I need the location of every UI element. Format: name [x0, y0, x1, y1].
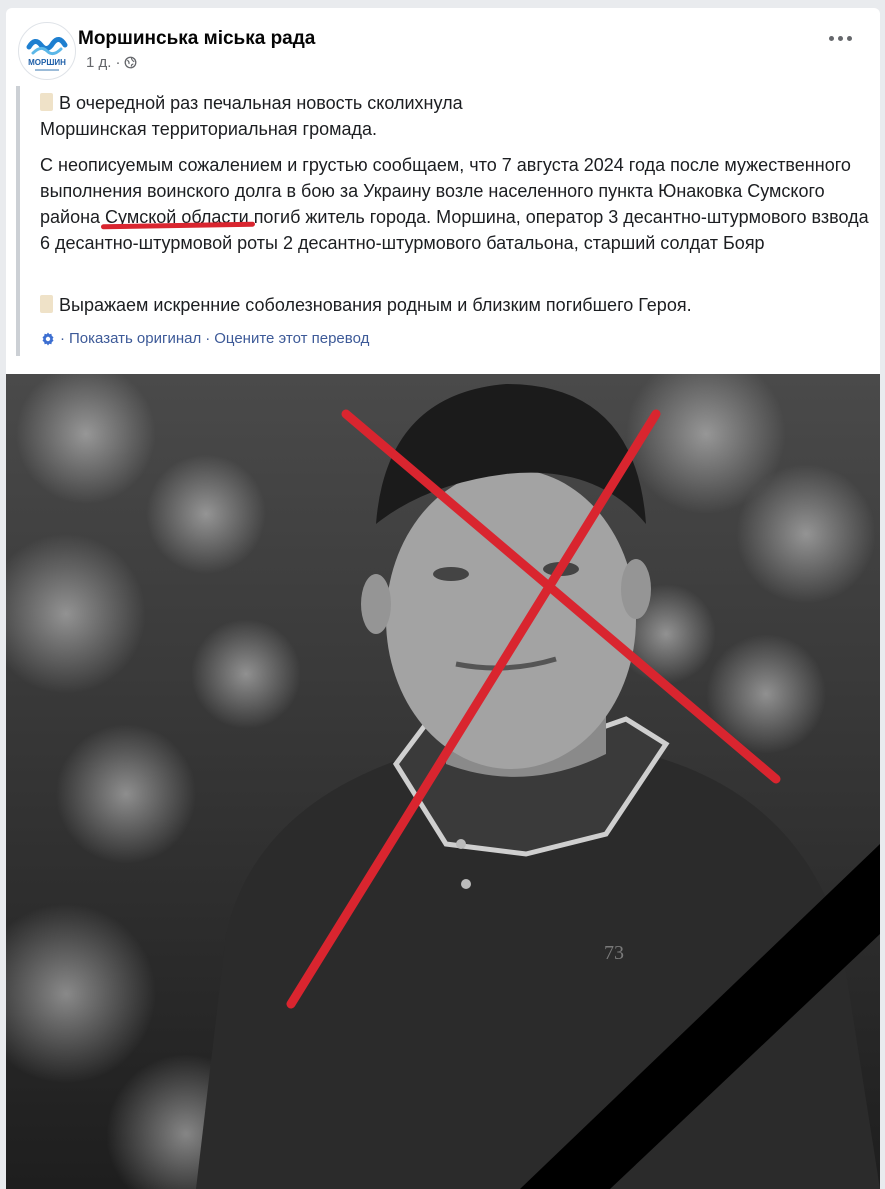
highlighted-region: Сумской области — [101, 204, 255, 230]
shirt-logo-text: 73 — [604, 942, 624, 964]
sep-dot: · — [205, 330, 211, 347]
more-dots-icon[interactable] — [829, 36, 852, 41]
candle-emoji-icon — [40, 295, 53, 313]
page-avatar[interactable]: МОРШИН — [18, 22, 76, 80]
logo-text: МОРШИН — [28, 58, 66, 67]
post-meta: 1 д. · — [86, 54, 137, 71]
post-line-3: Выражаем искренние соболезнования родным… — [59, 295, 692, 315]
post-line-2: Моршинская территориальная громада. — [40, 119, 378, 139]
gear-icon — [42, 332, 54, 345]
post-line-1: В очередной раз печальная новость сколих… — [59, 93, 463, 113]
memorial-photo[interactable]: 73 — [6, 374, 880, 1189]
meta-dot: · — [115, 54, 121, 71]
sep-dot: · — [60, 330, 65, 347]
post-time[interactable]: 1 д. — [86, 54, 111, 71]
rate-translation-link[interactable]: Оцените этот перевод — [214, 330, 369, 347]
show-original-link[interactable]: Показать оригинал — [69, 330, 201, 347]
translation-bar: · Показать оригинал · Оцените этот перев… — [40, 330, 369, 347]
facebook-post: МОРШИН Моршинська міська рада 1 д. · В о… — [6, 8, 880, 374]
globe-icon[interactable] — [124, 56, 137, 69]
morshyn-logo: МОРШИН — [26, 37, 68, 71]
post-paragraph-1: В очередной раз печальная новость сколих… — [40, 90, 870, 142]
post-paragraph-3: Выражаем искренние соболезнования родным… — [40, 292, 870, 318]
translation-quote-bar — [16, 86, 20, 356]
memorial-photo-graphic: 73 — [6, 374, 880, 1189]
page-name[interactable]: Моршинська міська рада — [78, 28, 315, 50]
candle-emoji-icon — [40, 93, 53, 111]
post-paragraph-2: С неописуемым сожалением и грустью сообщ… — [40, 152, 870, 256]
